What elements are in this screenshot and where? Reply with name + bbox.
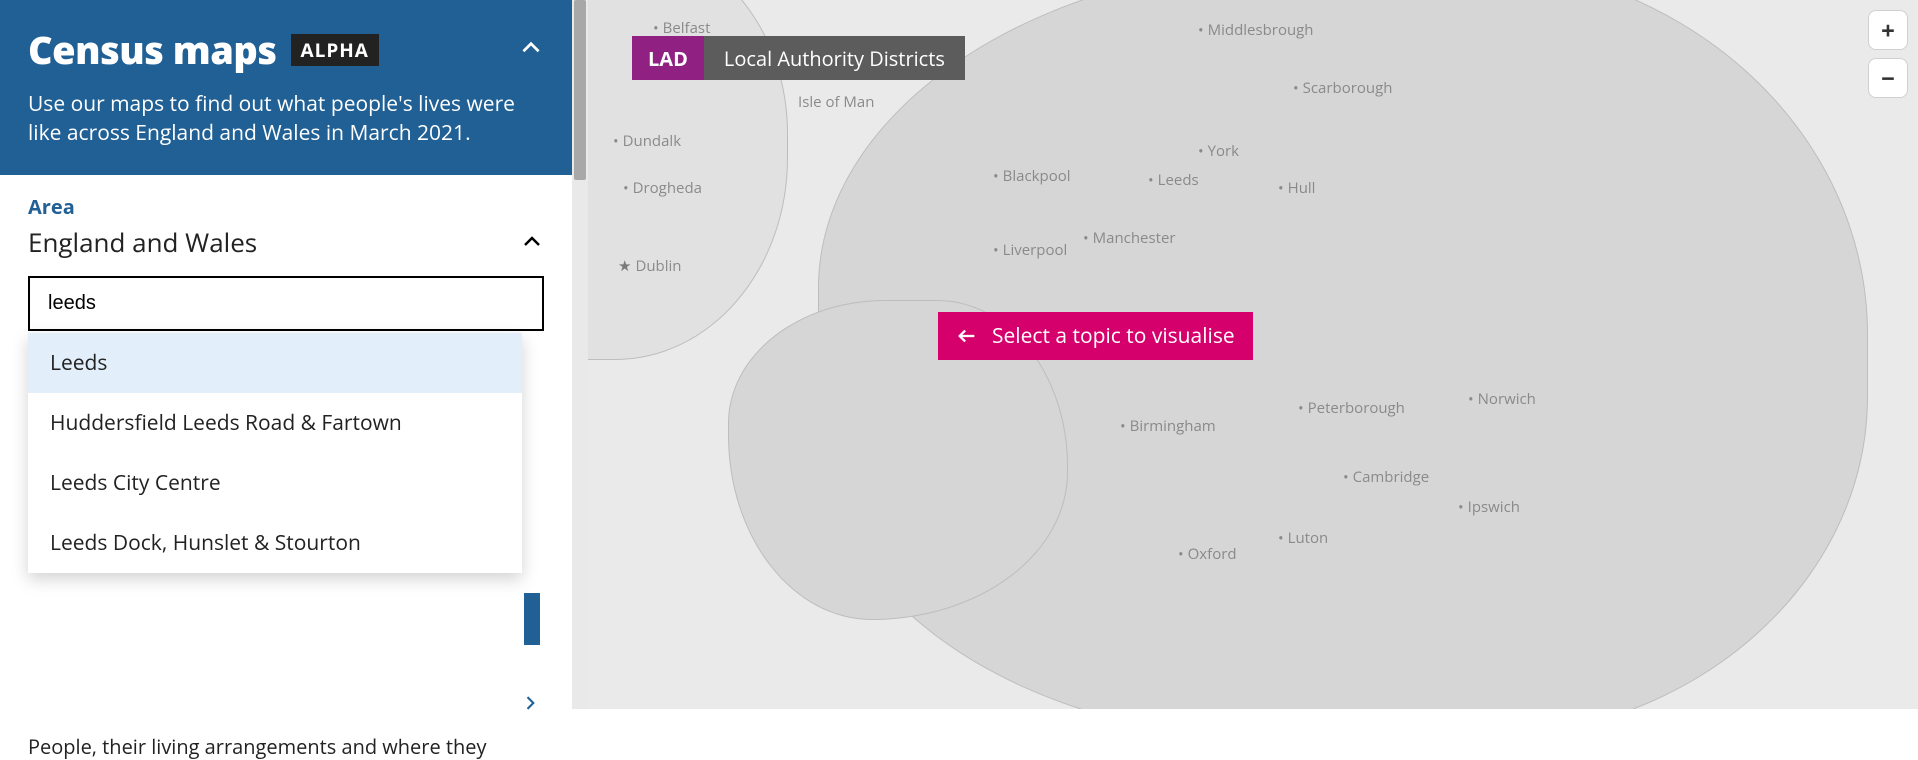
area-value: England and Wales <box>28 224 257 260</box>
chevron-up-icon <box>518 35 544 61</box>
map-canvas[interactable]: Belfast Isle of Man Dundalk Drogheda Dublin M… <box>588 0 1918 709</box>
city-label: Dublin <box>618 256 682 276</box>
city-label: Luton <box>1278 528 1328 548</box>
dropdown-item[interactable]: Leeds Dock, Hunslet & Stourton <box>28 513 522 573</box>
city-label: Peterborough <box>1298 398 1405 418</box>
city-label: Isle of Man <box>798 92 874 112</box>
city-label: Cambridge <box>1343 467 1429 487</box>
expand-topic-button[interactable] <box>520 693 540 718</box>
chevron-up-icon <box>520 230 544 254</box>
area-section-label: Area <box>28 193 544 220</box>
city-label: Leeds <box>1148 170 1199 190</box>
cta-label: Select a topic to visualise <box>992 322 1235 350</box>
city-label: Blackpool <box>993 166 1071 186</box>
page-subtitle: Use our maps to find out what people's l… <box>28 90 544 149</box>
city-label: Norwich <box>1468 389 1536 409</box>
dropdown-item[interactable]: Huddersfield Leeds Road & Fartown <box>28 393 522 453</box>
arrow-left-icon <box>956 325 978 347</box>
chevron-right-icon <box>520 693 540 713</box>
zoom-out-button[interactable]: − <box>1868 58 1908 98</box>
sidebar: Census maps ALPHA Use our maps to find o… <box>0 0 572 709</box>
city-label: Oxford <box>1178 544 1237 564</box>
layer-full: Local Authority Districts <box>704 36 965 80</box>
collapse-sidebar-button[interactable] <box>518 35 544 66</box>
city-label: Hull <box>1278 178 1315 198</box>
select-topic-cta[interactable]: Select a topic to visualise <box>938 312 1253 360</box>
scrollbar-thumb[interactable] <box>574 0 586 180</box>
city-label: Scarborough <box>1293 78 1392 98</box>
city-label: Belfast <box>653 18 710 38</box>
city-label: Liverpool <box>993 240 1067 260</box>
city-label: York <box>1198 141 1239 161</box>
sidebar-scrollbar[interactable] <box>572 0 588 709</box>
dropdown-item[interactable]: Leeds <box>28 333 522 393</box>
city-label: Middlesbrough <box>1198 20 1314 40</box>
layer-badge: LAD Local Authority Districts <box>632 36 965 80</box>
button-edge-peek <box>524 593 540 645</box>
city-label: Birmingham <box>1120 416 1216 436</box>
area-search-dropdown: Leeds Huddersfield Leeds Road & Fartown … <box>28 333 522 573</box>
topic-description: People, their living arrangements and wh… <box>28 733 487 760</box>
zoom-in-button[interactable]: + <box>1868 10 1908 50</box>
page-title: Census maps <box>28 24 277 76</box>
city-label: Manchester <box>1083 228 1176 248</box>
dropdown-item[interactable]: Leeds City Centre <box>28 453 522 513</box>
city-label: Ipswich <box>1458 497 1520 517</box>
area-search-input[interactable] <box>28 276 544 331</box>
area-selector[interactable]: England and Wales <box>28 224 544 260</box>
alpha-badge: ALPHA <box>291 34 379 66</box>
layer-abbr: LAD <box>632 36 704 80</box>
sidebar-header: Census maps ALPHA Use our maps to find o… <box>0 0 572 175</box>
zoom-controls: + − <box>1868 10 1908 98</box>
city-label: Drogheda <box>623 178 702 198</box>
city-label: Dundalk <box>613 131 681 151</box>
